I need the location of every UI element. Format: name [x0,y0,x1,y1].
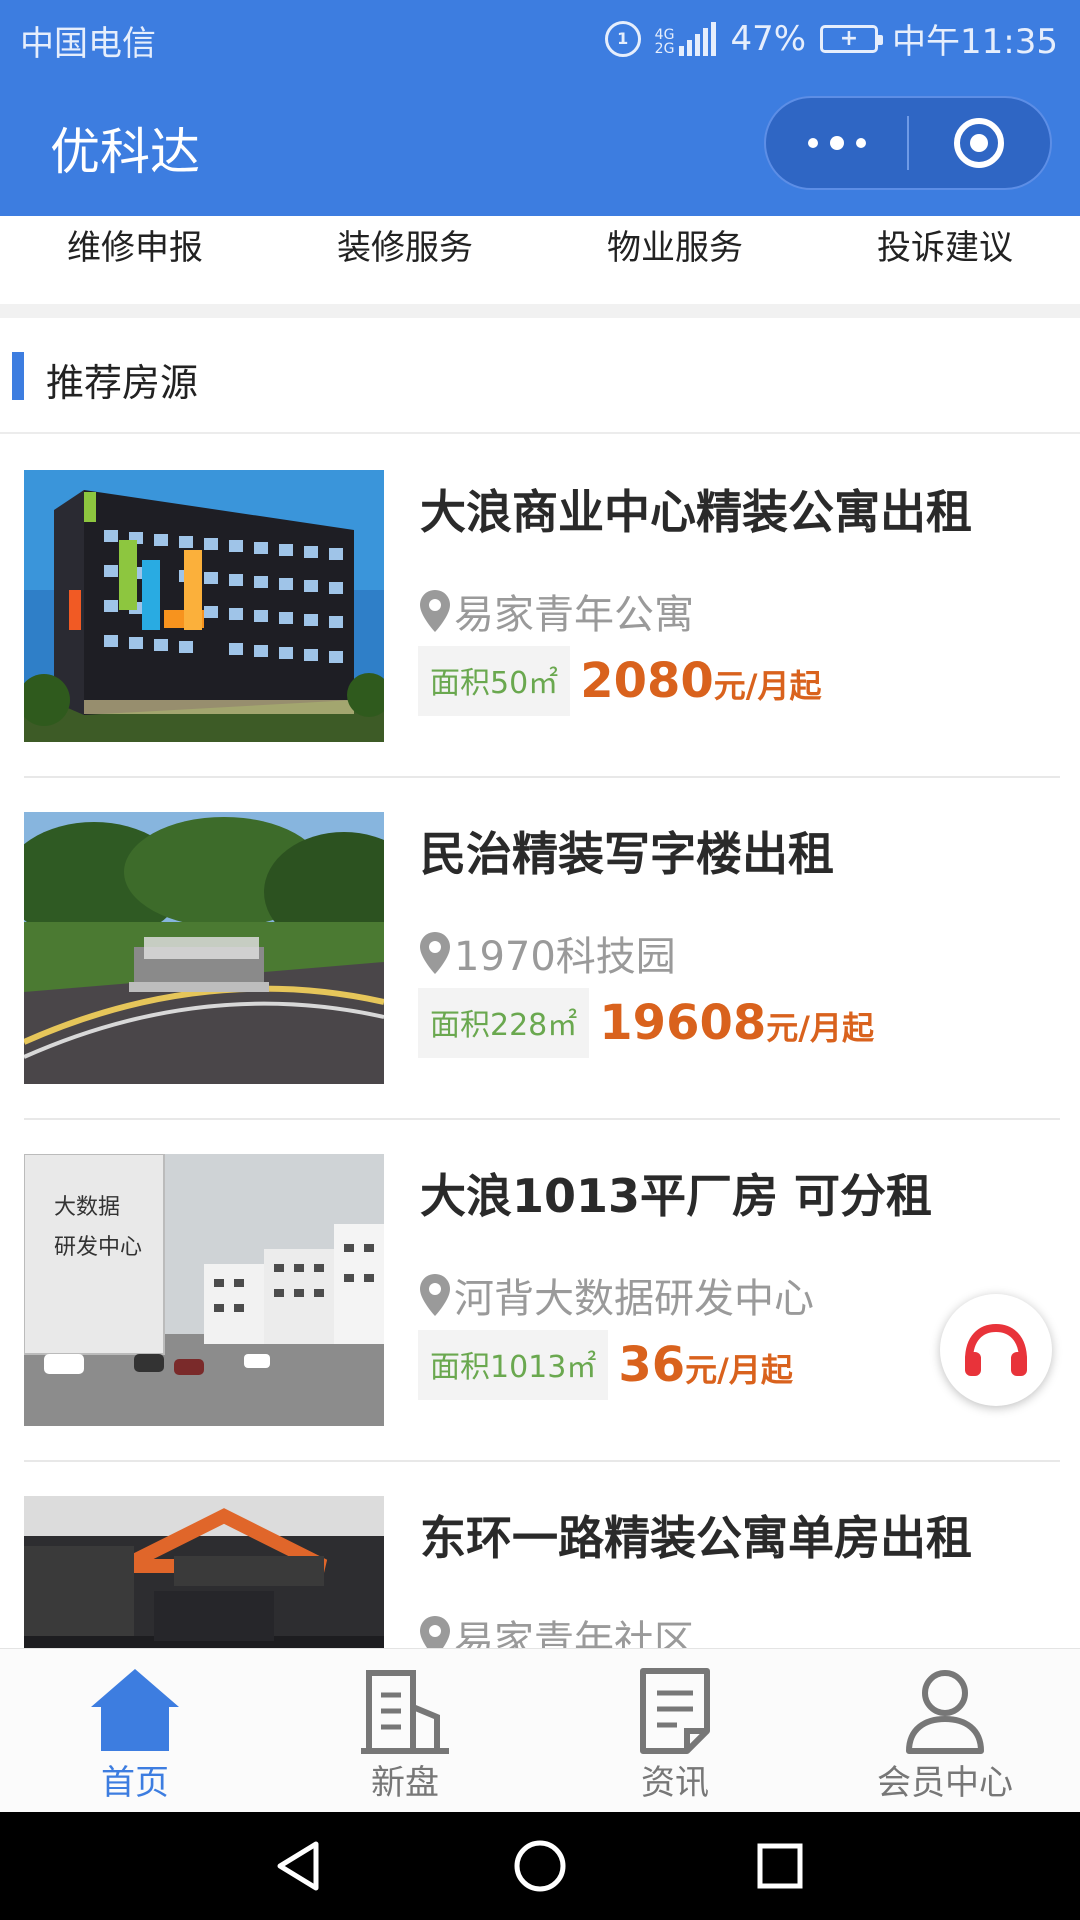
location-pin-icon [420,1616,450,1648]
listing-photo [24,1496,384,1648]
location-text: 易家青年公寓 [454,592,694,638]
area-badge: 面积1013㎡ [418,1330,609,1400]
price-unit: 元/月起 [766,1009,874,1047]
customer-service-button[interactable] [940,1294,1052,1406]
list-item[interactable]: 东环一路精装公寓单房出租 易家青年社区 [0,1462,1080,1648]
location-text: 1970科技园 [454,934,676,980]
recents-icon [757,1843,803,1889]
tab-label: 新盘 [371,1763,439,1803]
more-icon [807,136,866,150]
miniprogram-capsule [764,96,1052,190]
network-type: 4G 2G [654,26,675,57]
back-icon [277,1841,319,1891]
tab-home[interactable]: 首页 [0,1649,270,1813]
listing-list: 大浪商业中心精装公寓出租 易家青年公寓 面积50㎡ 2080元/月起 民治精装写… [0,436,1080,1648]
service-complaint[interactable]: 投诉建议 [810,216,1080,304]
location-pin-icon [420,1274,450,1316]
listing-photo [24,470,384,742]
service-repair[interactable]: 维修申报 [0,216,270,304]
listing-title: 民治精装写字楼出租 [420,827,834,881]
building-icon [361,1670,449,1754]
listing-title: 大浪1013平厂房 可分租 [420,1169,933,1223]
section-accent-bar [12,352,24,400]
service-nav: 维修申报 装修服务 物业服务 投诉建议 [0,216,1080,304]
system-nav-bar [0,1812,1080,1920]
listing-price: 19608元/月起 [599,995,874,1051]
close-button[interactable] [909,98,1050,188]
section-divider [0,304,1080,318]
status-bar: 中国电信 1 4G 2G 47% + 中午11:35 [0,0,1080,76]
listing-title: 大浪商业中心精装公寓出租 [420,485,972,539]
tab-member-center[interactable]: 会员中心 [810,1649,1080,1813]
user-icon [906,1670,984,1754]
list-item[interactable]: 大数据 研发中心 大浪1013平厂房 可分租 河背大数据研发中心 面积1013㎡… [0,1120,1080,1462]
battery-percent: 47% [730,18,807,59]
battery-icon: + [820,24,884,53]
listing-meta: 面积1013㎡ 36元/月起 [418,1330,793,1400]
home-icon [91,1669,179,1751]
recommended-header: 推荐房源 [0,318,1080,434]
list-item[interactable]: 大浪商业中心精装公寓出租 易家青年公寓 面积50㎡ 2080元/月起 [0,436,1080,778]
service-decoration[interactable]: 装修服务 [270,216,540,304]
bottom-tab-bar: 首页 新盘 资讯 会员中心 [0,1648,1080,1812]
price-value: 2080 [580,653,714,709]
area-badge: 面积228㎡ [418,988,590,1058]
area-badge: 面积50㎡ [418,646,571,716]
price-unit: 元/月起 [685,1351,793,1389]
price-value: 36 [618,1337,686,1393]
listing-location: 易家青年公寓 [418,582,694,640]
listing-location: 易家青年社区 [418,1608,694,1648]
section-title: 推荐房源 [46,361,199,405]
signal-icon: 4G 2G [654,21,717,57]
service-property[interactable]: 物业服务 [540,216,810,304]
listing-photo [24,812,384,1084]
listing-photo: 大数据 研发中心 [24,1154,384,1426]
app-title: 优科达 [50,123,200,181]
status-indicators: 1 4G 2G 47% + 中午11:35 [604,14,1058,63]
location-text: 易家青年社区 [454,1618,694,1648]
carrier-label: 中国电信 [20,24,156,64]
location-text: 河背大数据研发中心 [454,1276,814,1322]
more-button[interactable] [766,98,907,188]
listing-meta: 面积50㎡ 2080元/月起 [418,646,821,716]
listing-location: 河背大数据研发中心 [418,1266,814,1324]
location-pin-icon [420,590,450,632]
headset-icon [965,1323,1027,1376]
list-item[interactable]: 民治精装写字楼出租 1970科技园 面积228㎡ 19608元/月起 [0,778,1080,1120]
listing-price: 2080元/月起 [580,653,821,709]
tab-label: 资讯 [641,1763,709,1803]
svg-text:研发中心: 研发中心 [54,1235,142,1260]
home-nav-icon [514,1840,566,1892]
tab-label: 会员中心 [877,1763,1013,1803]
listing-meta: 面积228㎡ 19608元/月起 [418,988,874,1058]
tab-news[interactable]: 资讯 [540,1649,810,1813]
tab-new-projects[interactable]: 新盘 [270,1649,540,1813]
news-icon [640,1668,710,1754]
price-value: 19608 [599,995,767,1051]
svg-text:大数据: 大数据 [54,1195,120,1220]
data-saver-icon: 1 [604,20,641,57]
close-target-icon [954,118,1005,168]
tab-label: 首页 [101,1763,169,1803]
listing-location: 1970科技园 [418,924,676,982]
listing-price: 36元/月起 [618,1337,793,1393]
clock: 中午11:35 [892,22,1058,62]
price-unit: 元/月起 [713,667,822,705]
app-header: 中国电信 1 4G 2G 47% + 中午11:35 优科达 [0,0,1080,216]
listing-title: 东环一路精装公寓单房出租 [420,1511,972,1565]
location-pin-icon [420,932,450,974]
